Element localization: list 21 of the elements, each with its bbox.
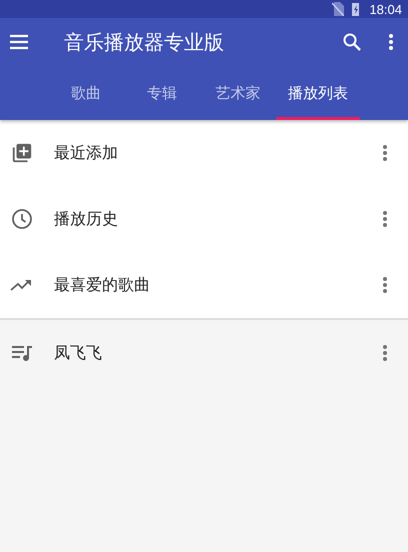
more-options-icon[interactable] [388, 33, 394, 51]
trending-up-icon [10, 277, 34, 293]
add-to-list-icon [11, 142, 33, 164]
playlist-name[interactable]: 最喜爱的歌曲 [54, 274, 382, 296]
playlist-name[interactable]: 凤飞飞 [54, 342, 382, 364]
more-options-icon[interactable] [382, 276, 388, 294]
menu-icon[interactable] [8, 34, 30, 50]
clock-icon [10, 207, 34, 231]
no-sim-icon [332, 2, 344, 16]
more-options-icon[interactable] [382, 144, 388, 162]
search-icon[interactable] [342, 32, 362, 52]
tab[interactable]: 艺术家 [200, 66, 276, 120]
more-options-icon[interactable] [382, 210, 388, 228]
playlist-name[interactable]: 最近添加 [54, 142, 382, 164]
more-options-icon[interactable] [382, 344, 388, 362]
playlist-name[interactable]: 播放历史 [54, 208, 382, 230]
playlist-music-icon [11, 344, 33, 362]
clock-time: 18:04 [369, 2, 402, 16]
tab[interactable]: 专辑 [124, 66, 200, 120]
app-title: 音乐播放器专业版 [64, 28, 225, 56]
tab[interactable]: 歌曲 [48, 66, 124, 120]
